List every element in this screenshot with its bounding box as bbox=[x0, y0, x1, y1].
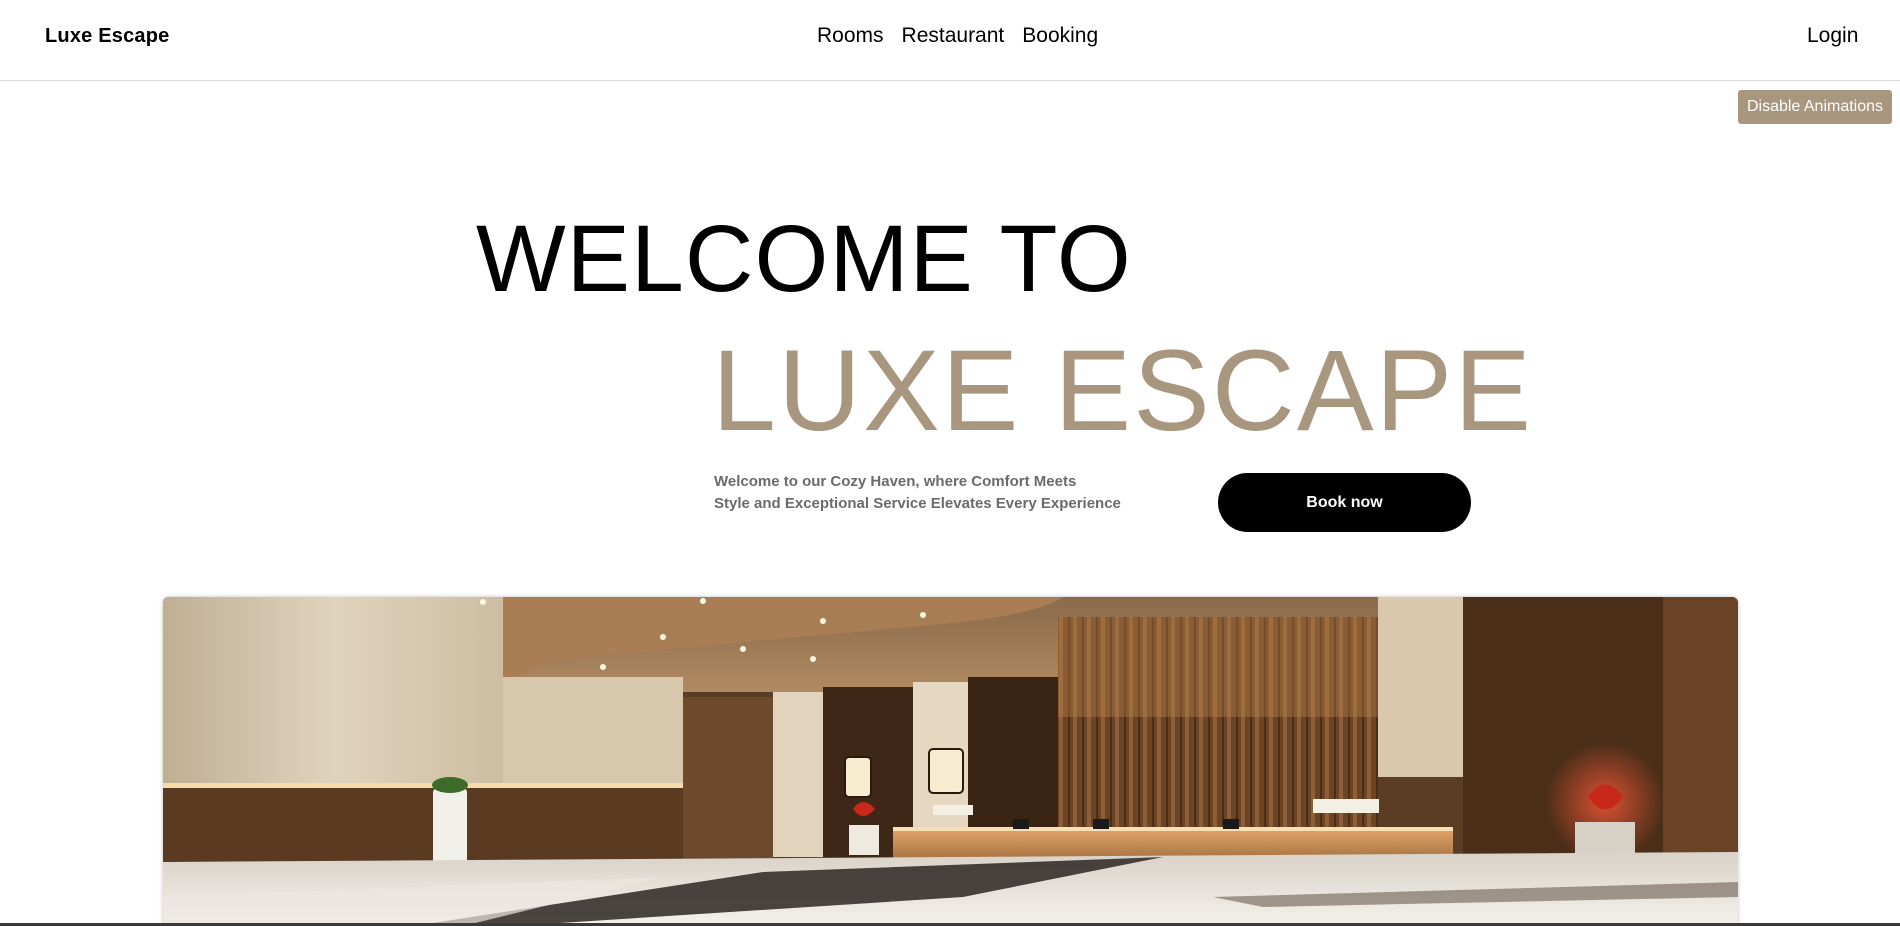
brand-logo[interactable]: Luxe Escape bbox=[45, 25, 170, 48]
nav-link-rooms[interactable]: Rooms bbox=[817, 24, 884, 48]
hero-tagline-line1: Welcome to our Cozy Haven, where Comfort… bbox=[714, 473, 1077, 490]
hero-tagline-line2: Style and Exceptional Service Elevates E… bbox=[714, 495, 1121, 512]
hero-headline-welcome: WELCOME TO bbox=[476, 206, 1132, 312]
top-navbar: Luxe Escape Rooms Restaurant Booking Log… bbox=[0, 0, 1900, 81]
hotel-lobby-image bbox=[163, 597, 1738, 926]
disable-animations-button[interactable]: Disable Animations bbox=[1738, 90, 1892, 124]
nav-link-restaurant[interactable]: Restaurant bbox=[902, 24, 1005, 48]
nav-link-booking[interactable]: Booking bbox=[1022, 24, 1098, 48]
login-link[interactable]: Login bbox=[1807, 24, 1858, 48]
book-now-button[interactable]: Book now bbox=[1218, 473, 1471, 532]
main-nav: Rooms Restaurant Booking bbox=[817, 24, 1098, 48]
hero-tagline: Welcome to our Cozy Haven, where Comfort… bbox=[714, 471, 1134, 515]
hero-headline-brand: LUXE ESCAPE bbox=[712, 327, 1533, 455]
